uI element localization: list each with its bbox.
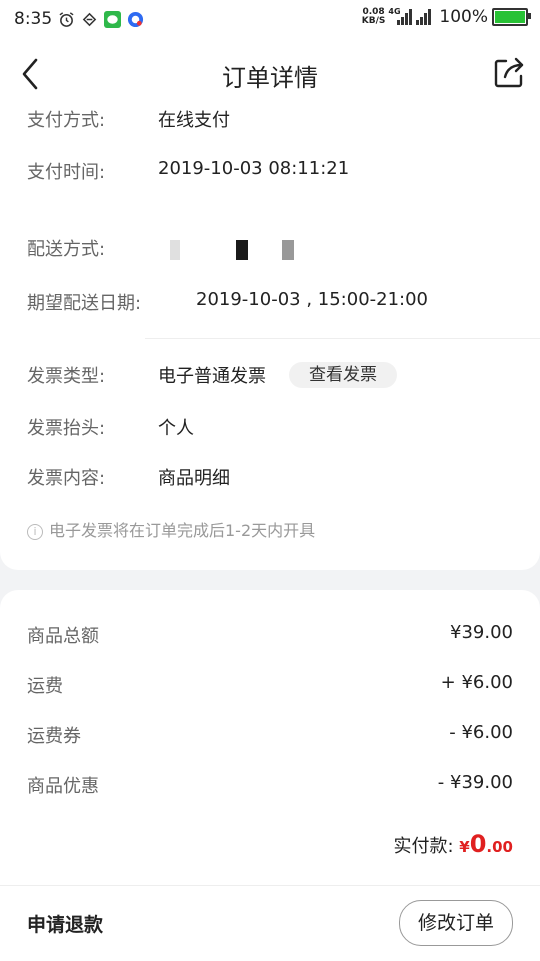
paid-integer: 0 (469, 830, 487, 858)
price-row-value: + ¥6.00 (440, 672, 513, 693)
divider (145, 338, 540, 339)
payment-time-label: 支付时间: (27, 162, 106, 183)
payment-method-value: 在线支付 (158, 110, 230, 131)
refund-button[interactable]: 申请退款 (27, 910, 103, 937)
paid-label: 实付款: (393, 836, 454, 857)
price-row-label: 商品优惠 (27, 776, 99, 797)
status-left: 8:35 (14, 9, 144, 29)
paid-amount: ¥0.00 (459, 830, 513, 858)
expected-date-label: 期望配送日期: (27, 293, 142, 314)
network-speed-unit: KB/S (361, 16, 386, 26)
price-row: 运费券 - ¥6.00 (27, 722, 513, 747)
invoice-title-value: 个人 (158, 418, 194, 439)
share-icon[interactable] (492, 56, 526, 90)
modify-order-button[interactable]: 修改订单 (399, 900, 513, 946)
expected-date-value: 2019-10-03 , 15:00-21:00 (196, 289, 429, 310)
battery-percent: 100% (439, 7, 488, 27)
redacted-block-1 (170, 240, 180, 260)
page-title: 订单详情 (222, 64, 318, 92)
payment-method-label: 支付方式: (27, 110, 106, 131)
network-speed: 0.08 KB/S (362, 8, 386, 26)
view-invoice-button[interactable]: 查看发票 (289, 362, 397, 388)
signal-icon-2 (416, 9, 432, 25)
price-row-label: 运费 (27, 676, 63, 697)
invoice-content-value: 商品明细 (158, 468, 230, 489)
price-row-value: ¥39.00 (450, 622, 513, 643)
price-row-label: 运费券 (27, 726, 81, 747)
redacted-block-3 (282, 240, 294, 260)
status-bar: 8:35 0.08 KB/S 4G 100% (0, 0, 540, 38)
alarm-icon (59, 11, 74, 27)
invoice-content-label: 发票内容: (27, 468, 106, 489)
invoice-title-label: 发票抬头: (27, 418, 106, 439)
paid-total: 实付款: ¥0.00 (393, 830, 513, 858)
invoice-note-text: 电子发票将在订单完成后1-2天内开具 (49, 521, 316, 540)
paid-currency: ¥ (459, 838, 470, 856)
invoice-type-value: 电子普通发票 (158, 366, 266, 387)
price-row-label: 商品总额 (27, 626, 99, 647)
battery-icon (492, 8, 531, 26)
price-row: 商品优惠 - ¥39.00 (27, 772, 513, 797)
browser-notification-icon (128, 11, 144, 27)
invoice-note: i 电子发票将在订单完成后1-2天内开具 (27, 517, 315, 541)
status-right: 0.08 KB/S 4G 100% (362, 7, 531, 27)
price-summary-card: 商品总额 ¥39.00 运费 + ¥6.00 运费券 - ¥6.00 商品优惠 … (0, 590, 540, 885)
sync-icon (82, 12, 97, 26)
redacted-block-2 (236, 240, 248, 260)
network-type: 4G (388, 7, 401, 16)
price-row-value: - ¥39.00 (437, 772, 513, 793)
paid-decimal: .00 (486, 838, 513, 856)
battery-fill (495, 11, 525, 23)
price-row: 商品总额 ¥39.00 (27, 622, 513, 647)
status-time: 8:35 (14, 9, 53, 29)
invoice-type-label: 发票类型: (27, 366, 106, 387)
order-info-card: 支付方式: 在线支付 支付时间: 2019-10-03 08:11:21 配送方… (0, 100, 540, 570)
price-row-value: - ¥6.00 (449, 722, 513, 743)
delivery-method-label: 配送方式: (27, 239, 106, 260)
signal-icon-1: 4G (388, 7, 413, 25)
bottom-action-bar: 申请退款 修改订单 (0, 885, 540, 961)
info-icon: i (27, 524, 43, 540)
wechat-notification-icon (104, 10, 122, 28)
payment-time-value: 2019-10-03 08:11:21 (158, 158, 350, 179)
price-row: 运费 + ¥6.00 (27, 672, 513, 697)
